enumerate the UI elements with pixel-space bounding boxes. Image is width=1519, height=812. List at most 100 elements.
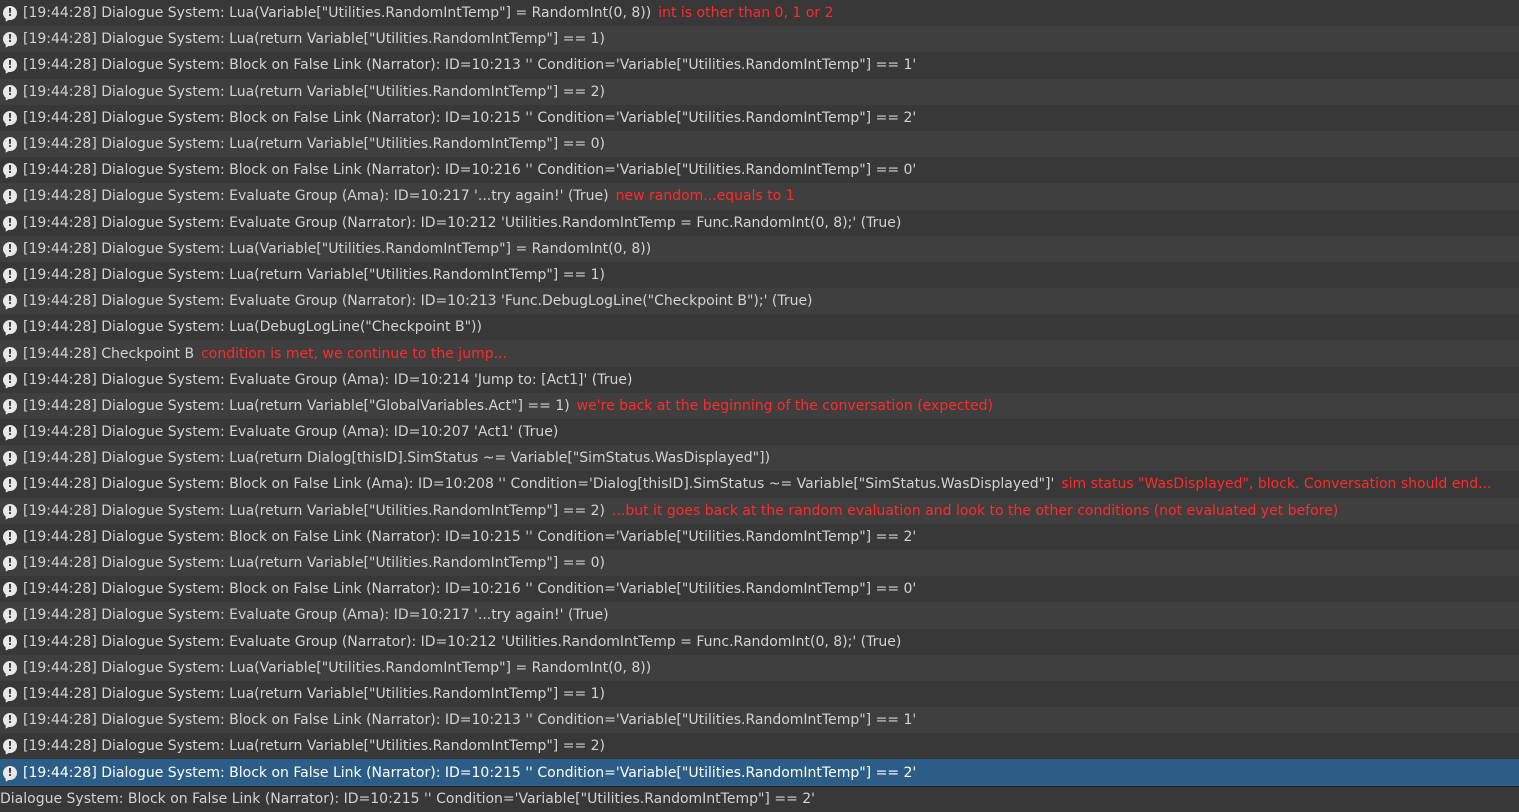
log-entry-text: [19:44:28] Dialogue System: Evaluate Gro… bbox=[23, 214, 902, 231]
info-message-icon: ! bbox=[3, 215, 17, 230]
annotation-text: new random...equals to 1 bbox=[615, 188, 795, 205]
info-message-icon-glyph: ! bbox=[7, 398, 13, 412]
log-entry-text: [19:44:28] Dialogue System: Lua(return V… bbox=[23, 266, 605, 283]
log-detail-panel[interactable]: Dialogue System: Block on False Link (Na… bbox=[0, 786, 1519, 812]
annotation-text: condition is met, we continue to the jum… bbox=[201, 345, 507, 362]
log-entry-row[interactable]: ! [19:44:28] Dialogue System: Lua(return … bbox=[0, 549, 1519, 577]
log-entry-row[interactable]: ! [19:44:28] Dialogue System: Lua(DebugLo… bbox=[0, 314, 1519, 341]
info-message-icon: ! bbox=[3, 765, 17, 780]
log-entry-row[interactable]: ! [19:44:28] Dialogue System: Block on Fa… bbox=[0, 759, 1519, 786]
log-entry-row[interactable]: ! [19:44:28] Dialogue System: Block on Fa… bbox=[0, 157, 1519, 184]
info-message-icon: ! bbox=[3, 686, 17, 701]
log-entry-row[interactable]: ! [19:44:28] Dialogue System: Block on Fa… bbox=[0, 523, 1519, 550]
info-message-icon-glyph: ! bbox=[7, 163, 13, 177]
info-message-icon-glyph: ! bbox=[7, 294, 13, 308]
log-entry-row[interactable]: ! [19:44:28] Dialogue System: Evaluate Gr… bbox=[0, 419, 1519, 446]
info-message-icon-glyph: ! bbox=[7, 529, 13, 543]
log-entry-row[interactable]: ! [19:44:28] Dialogue System: Lua(return … bbox=[0, 261, 1519, 289]
log-entry-row[interactable]: ! [19:44:28] Dialogue System: Lua(return … bbox=[0, 497, 1519, 524]
info-message-icon: ! bbox=[3, 608, 17, 623]
console-window: ! [19:44:28] Dialogue System: Lua(Variabl… bbox=[0, 0, 1519, 812]
log-entry-text: [19:44:28] Checkpoint B bbox=[23, 345, 195, 362]
info-message-icon: ! bbox=[3, 739, 17, 754]
info-message-icon: ! bbox=[3, 634, 17, 649]
log-entry-row[interactable]: ! [19:44:28] Dialogue System: Lua(return … bbox=[0, 445, 1519, 472]
log-entry-row[interactable]: ! [19:44:28] Dialogue System: Evaluate Gr… bbox=[0, 183, 1519, 210]
log-entry-text: [19:44:28] Dialogue System: Lua(return V… bbox=[23, 685, 605, 702]
log-entry-row[interactable]: ! [19:44:28] Checkpoint B condition is met… bbox=[0, 340, 1519, 367]
log-entry-text: [19:44:28] Dialogue System: Block on Fal… bbox=[23, 764, 917, 781]
info-message-icon: ! bbox=[3, 6, 17, 21]
info-message-icon-glyph: ! bbox=[7, 686, 13, 700]
info-message-icon: ! bbox=[3, 582, 17, 597]
info-message-icon-glyph: ! bbox=[7, 58, 13, 72]
log-entry-row[interactable]: ! [19:44:28] Dialogue System: Block on Fa… bbox=[0, 52, 1519, 79]
log-entry-text: [19:44:28] Dialogue System: Lua(Variable… bbox=[23, 5, 652, 22]
info-message-icon-glyph: ! bbox=[7, 477, 13, 491]
log-entry-row[interactable]: ! [19:44:28] Dialogue System: Block on Fa… bbox=[0, 707, 1519, 734]
log-entry-row[interactable]: ! [19:44:28] Dialogue System: Lua(return … bbox=[0, 130, 1519, 158]
annotation-text: sim status "WasDisplayed", block. Conver… bbox=[1061, 476, 1492, 493]
log-entry-text: [19:44:28] Dialogue System: Lua(DebugLog… bbox=[23, 319, 482, 336]
log-entry-row[interactable]: ! [19:44:28] Dialogue System: Lua(return … bbox=[0, 733, 1519, 760]
info-message-icon-glyph: ! bbox=[7, 215, 13, 229]
info-message-icon-glyph: ! bbox=[7, 451, 13, 465]
log-entry-row[interactable]: ! [19:44:28] Dialogue System: Evaluate Gr… bbox=[0, 602, 1519, 629]
info-message-icon-glyph: ! bbox=[7, 346, 13, 360]
info-message-icon: ! bbox=[3, 189, 17, 204]
log-entry-row[interactable]: ! [19:44:28] Dialogue System: Lua(return … bbox=[0, 680, 1519, 708]
log-entry-text: [19:44:28] Dialogue System: Block on Fal… bbox=[23, 712, 917, 729]
log-entry-text: [19:44:28] Dialogue System: Evaluate Gro… bbox=[23, 607, 609, 624]
annotation-text: we're back at the beginning of the conve… bbox=[576, 397, 993, 414]
log-entry-text: [19:44:28] Dialogue System: Block on Fal… bbox=[23, 528, 917, 545]
info-message-icon: ! bbox=[3, 529, 17, 544]
log-entry-row[interactable]: ! [19:44:28] Dialogue System: Evaluate Gr… bbox=[0, 288, 1519, 315]
log-entry-text: [19:44:28] Dialogue System: Evaluate Gro… bbox=[23, 633, 902, 650]
info-message-icon: ! bbox=[3, 320, 17, 335]
log-entry-text: [19:44:28] Dialogue System: Lua(return V… bbox=[23, 136, 605, 153]
info-message-icon: ! bbox=[3, 137, 17, 152]
log-entry-row[interactable]: ! [19:44:28] Dialogue System: Evaluate Gr… bbox=[0, 366, 1519, 393]
log-entry-text: [19:44:28] Dialogue System: Block on Fal… bbox=[23, 57, 917, 74]
info-message-icon-glyph: ! bbox=[7, 425, 13, 439]
info-message-icon-glyph: ! bbox=[7, 739, 13, 753]
log-entry-row[interactable]: ! [19:44:28] Dialogue System: Lua(Variabl… bbox=[0, 654, 1519, 681]
log-entry-row[interactable]: ! [19:44:28] Dialogue System: Lua(return … bbox=[0, 26, 1519, 53]
log-entry-text: [19:44:28] Dialogue System: Evaluate Gro… bbox=[23, 424, 559, 441]
info-message-icon-glyph: ! bbox=[7, 372, 13, 386]
log-entry-row[interactable]: ! [19:44:28] Dialogue System: Block on Fa… bbox=[0, 471, 1519, 498]
info-message-icon: ! bbox=[3, 660, 17, 675]
info-message-icon: ! bbox=[3, 713, 17, 728]
info-message-icon-glyph: ! bbox=[7, 660, 13, 674]
log-entry-row[interactable]: ! [19:44:28] Dialogue System: Evaluate Gr… bbox=[0, 209, 1519, 236]
info-message-icon-glyph: ! bbox=[7, 765, 13, 779]
annotation-text: ...but it goes back at the random evalua… bbox=[612, 502, 1339, 519]
log-entry-text: [19:44:28] Dialogue System: Evaluate Gro… bbox=[23, 371, 633, 388]
log-entry-row[interactable]: ! [19:44:28] Dialogue System: Lua(return … bbox=[0, 78, 1519, 105]
log-entry-row[interactable]: ! [19:44:28] Dialogue System: Lua(return … bbox=[0, 392, 1519, 419]
log-entry-text: [19:44:28] Dialogue System: Lua(return V… bbox=[23, 502, 605, 519]
log-entry-text: [19:44:28] Dialogue System: Lua(return V… bbox=[23, 397, 570, 414]
log-entry-text: [19:44:28] Dialogue System: Block on Fal… bbox=[23, 581, 917, 598]
log-entry-row[interactable]: ! [19:44:28] Dialogue System: Block on Fa… bbox=[0, 576, 1519, 603]
info-message-icon: ! bbox=[3, 556, 17, 571]
info-message-icon-glyph: ! bbox=[7, 267, 13, 281]
log-entry-row[interactable]: ! [19:44:28] Dialogue System: Lua(Variabl… bbox=[0, 235, 1519, 262]
log-entry-row[interactable]: ! [19:44:28] Dialogue System: Evaluate Gr… bbox=[0, 628, 1519, 655]
info-message-icon-glyph: ! bbox=[7, 608, 13, 622]
info-message-icon-glyph: ! bbox=[7, 189, 13, 203]
log-entry-text: [19:44:28] Dialogue System: Block on Fal… bbox=[23, 476, 1055, 493]
log-entry-text: [19:44:28] Dialogue System: Evaluate Gro… bbox=[23, 293, 813, 310]
info-message-icon-glyph: ! bbox=[7, 110, 13, 124]
info-message-icon-glyph: ! bbox=[7, 582, 13, 596]
log-entry-text: [19:44:28] Dialogue System: Block on Fal… bbox=[23, 162, 917, 179]
info-message-icon: ! bbox=[3, 58, 17, 73]
log-entry-text: [19:44:28] Dialogue System: Lua(return V… bbox=[23, 31, 605, 48]
info-message-icon-glyph: ! bbox=[7, 556, 13, 570]
info-message-icon: ! bbox=[3, 241, 17, 256]
info-message-icon: ! bbox=[3, 84, 17, 99]
log-entry-row[interactable]: ! [19:44:28] Dialogue System: Lua(Variabl… bbox=[0, 0, 1519, 27]
log-entry-list[interactable]: ! [19:44:28] Dialogue System: Lua(Variabl… bbox=[0, 0, 1519, 786]
log-entry-row[interactable]: ! [19:44:28] Dialogue System: Block on Fa… bbox=[0, 104, 1519, 131]
log-detail-text: Dialogue System: Block on False Link (Na… bbox=[0, 791, 816, 807]
